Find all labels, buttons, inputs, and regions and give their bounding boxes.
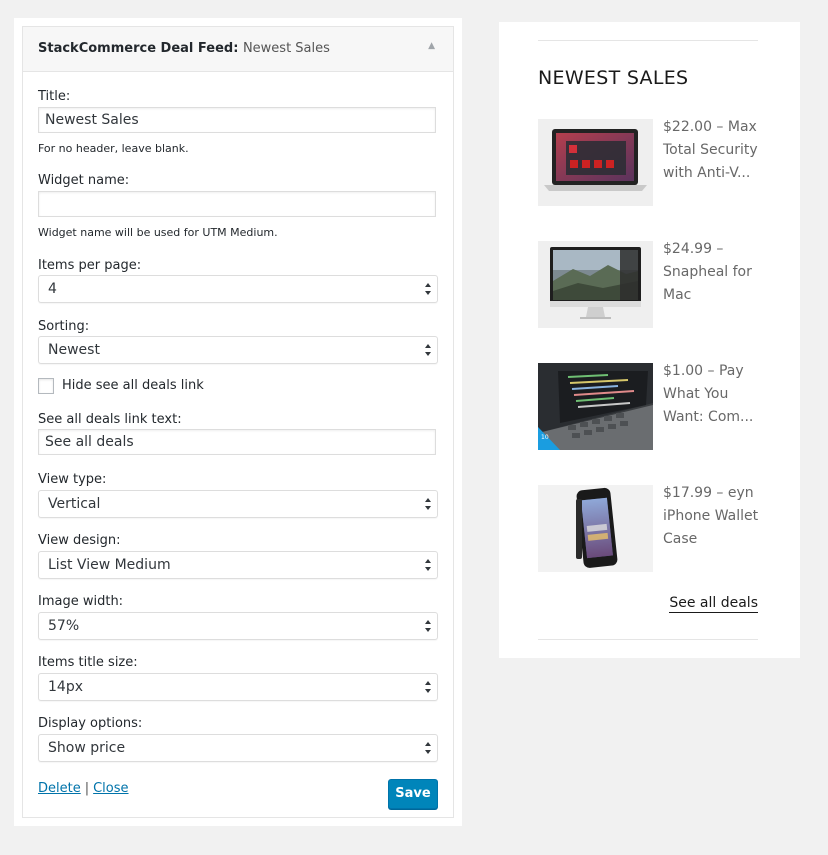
widget-instance-name: Newest Sales [242,41,330,56]
widget-title: StackCommerce Deal Feed: Newest Sales [38,41,330,56]
save-button[interactable]: Save [388,779,438,809]
code-laptop-icon[interactable]: 10 [538,363,653,450]
view-design-label: View design: [38,533,121,548]
title-size-value: 14px [48,679,83,695]
preview-title: NEWEST SALES [538,67,689,89]
widget-header[interactable]: StackCommerce Deal Feed: Newest Sales ▲ [23,27,453,72]
display-options-value: Show price [48,740,126,756]
link-text-input[interactable]: See all deals [38,429,436,455]
title-label: Title: [38,89,71,104]
title-description: For no header, leave blank. [38,142,189,155]
image-width-value: 57% [48,618,80,634]
imac-landscape-icon[interactable] [538,241,653,328]
image-width-select[interactable]: 57% [38,612,438,640]
actions-separator: | [84,781,90,796]
hide-link-label[interactable]: Hide see all deals link [62,378,204,393]
view-design-select[interactable]: List View Medium [38,551,438,579]
hide-link-checkbox[interactable] [38,378,54,394]
laptop-security-icon[interactable] [538,119,653,206]
image-width-label: Image width: [38,594,124,609]
display-options-label: Display options: [38,716,143,731]
title-size-label: Items title size: [38,655,138,670]
widget-name-label: Widget name: [38,173,130,188]
sorting-label: Sorting: [38,319,90,334]
select-arrows-icon [425,283,431,295]
items-per-page-select[interactable]: 4 [38,275,438,303]
title-size-select[interactable]: 14px [38,673,438,701]
deal-item[interactable]: $22.00 – Max Total Security with Anti-V.… [538,119,758,209]
items-per-page-value: 4 [48,281,57,297]
select-arrows-icon [425,681,431,693]
link-text-label: See all deals link text: [38,412,182,427]
deal-item[interactable]: $24.99 – Snapheal for Mac [538,241,758,331]
select-arrows-icon [425,344,431,356]
deal-title[interactable]: $22.00 – Max Total Security with Anti-V.… [663,116,763,185]
deal-title[interactable]: $17.99 – eyn iPhone Wallet Case [663,482,763,551]
title-input[interactable]: Newest Sales [38,107,436,133]
view-type-value: Vertical [48,496,101,512]
select-arrows-icon [425,559,431,571]
collapse-arrow-icon[interactable]: ▲ [428,41,435,51]
preview-top-divider [538,40,758,41]
close-link[interactable]: Close [93,781,128,796]
deal-title[interactable]: $1.00 – Pay What You Want: Com... [663,360,763,429]
deal-item[interactable]: 10 $1.00 – Pay What You Want: Com... [538,363,758,453]
see-all-deals-link[interactable]: See all deals [669,594,758,613]
widget-name-input[interactable] [38,191,436,217]
preview-bottom-divider [538,639,758,640]
widget-form: StackCommerce Deal Feed: Newest Sales ▲ … [22,26,454,818]
iphone-case-icon[interactable] [538,485,653,572]
select-arrows-icon [425,620,431,632]
sorting-value: Newest [48,342,100,358]
widget-plugin-name: StackCommerce Deal Feed: [38,41,239,56]
view-type-select[interactable]: Vertical [38,490,438,518]
widget-name-description: Widget name will be used for UTM Medium. [38,226,278,239]
view-design-value: List View Medium [48,557,171,573]
select-arrows-icon [425,742,431,754]
select-arrows-icon [425,498,431,510]
view-type-label: View type: [38,472,107,487]
deal-item[interactable]: $17.99 – eyn iPhone Wallet Case [538,485,758,575]
widget-panel: StackCommerce Deal Feed: Newest Sales ▲ … [14,18,462,826]
items-per-page-label: Items per page: [38,258,142,273]
svg-text:10: 10 [541,434,549,441]
sorting-select[interactable]: Newest [38,336,438,364]
deal-title[interactable]: $24.99 – Snapheal for Mac [663,238,763,307]
display-options-select[interactable]: Show price [38,734,438,762]
widget-actions: Delete | Close [38,781,129,796]
delete-link[interactable]: Delete [38,781,81,796]
widget-preview: NEWEST SALES $22.00 – Max Total Security… [499,22,800,658]
